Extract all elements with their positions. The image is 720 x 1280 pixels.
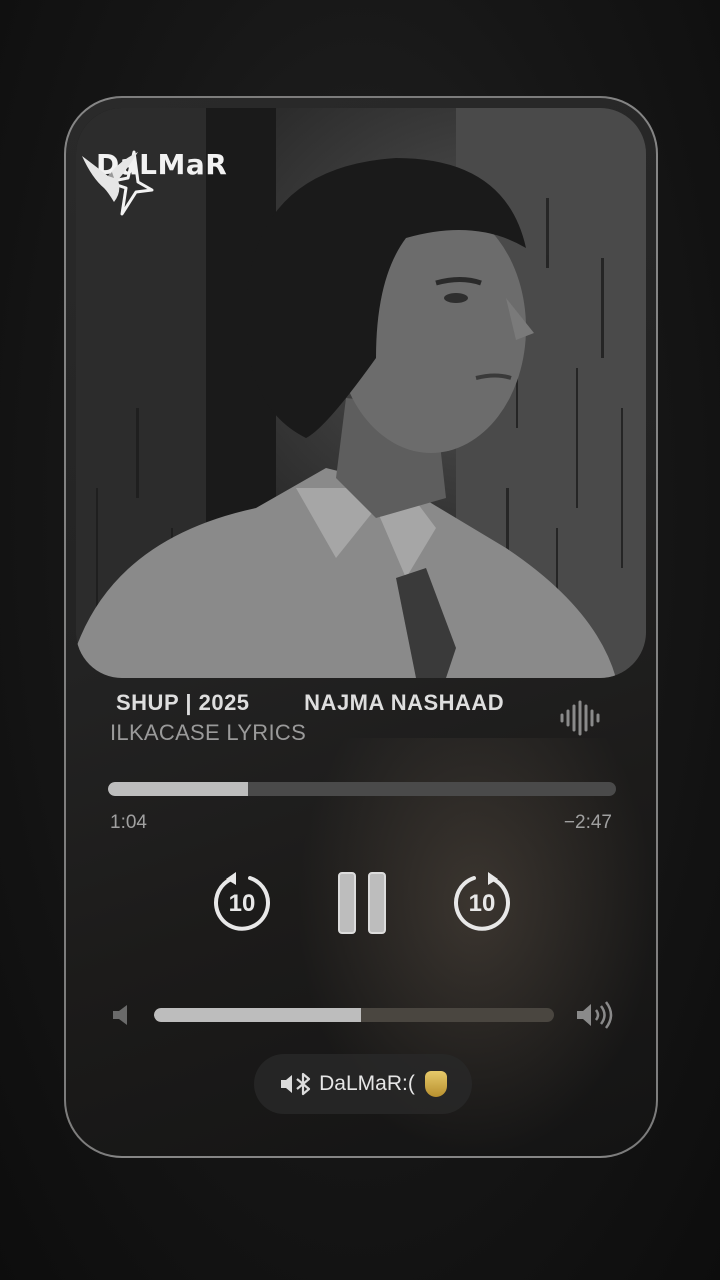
skip-forward-button[interactable]: 10 — [452, 870, 512, 939]
pause-icon — [338, 872, 386, 934]
volume-slider[interactable] — [154, 1008, 554, 1022]
song-title: SHUP | 2025 — [116, 690, 250, 715]
playback-progress-fill — [108, 782, 248, 796]
waveform-icon[interactable] — [558, 700, 602, 736]
song-subtitle: ILKACASE LYRICS — [110, 720, 307, 745]
time-remaining: −2:47 — [563, 812, 612, 833]
song-artist[interactable]: NAJMA NASHAAD — [304, 690, 504, 716]
time-elapsed: 1:04 — [110, 812, 147, 833]
playback-progress-bar[interactable] — [108, 782, 616, 796]
skip-back-button[interactable]: 10 — [212, 870, 272, 939]
eagle-icon — [82, 152, 138, 202]
artwork-illustration — [76, 108, 646, 678]
player-card: DaLMaR SHUP | 2025 NAJMA NASHAAD ILKACAS… — [64, 96, 658, 1158]
album-artwork: DaLMaR — [76, 108, 646, 678]
speaker-high-icon[interactable] — [574, 1000, 616, 1030]
volume-level-fill — [154, 1008, 361, 1022]
output-device-button[interactable]: DaLMaR:( — [254, 1054, 472, 1114]
skip-back-seconds: 10 — [228, 890, 256, 917]
skip-forward-seconds: 10 — [468, 890, 496, 917]
song-info-row: SHUP | 2025 NAJMA NASHAAD — [112, 690, 592, 720]
speaker-low-icon[interactable] — [110, 1002, 134, 1028]
output-device-label: DaLMaR:( — [319, 1072, 415, 1095]
brand-logo: DaLMaR — [82, 148, 227, 216]
pause-button[interactable] — [336, 870, 390, 941]
bluetooth-speaker-icon — [281, 1072, 311, 1096]
badge-icon — [424, 1071, 447, 1097]
